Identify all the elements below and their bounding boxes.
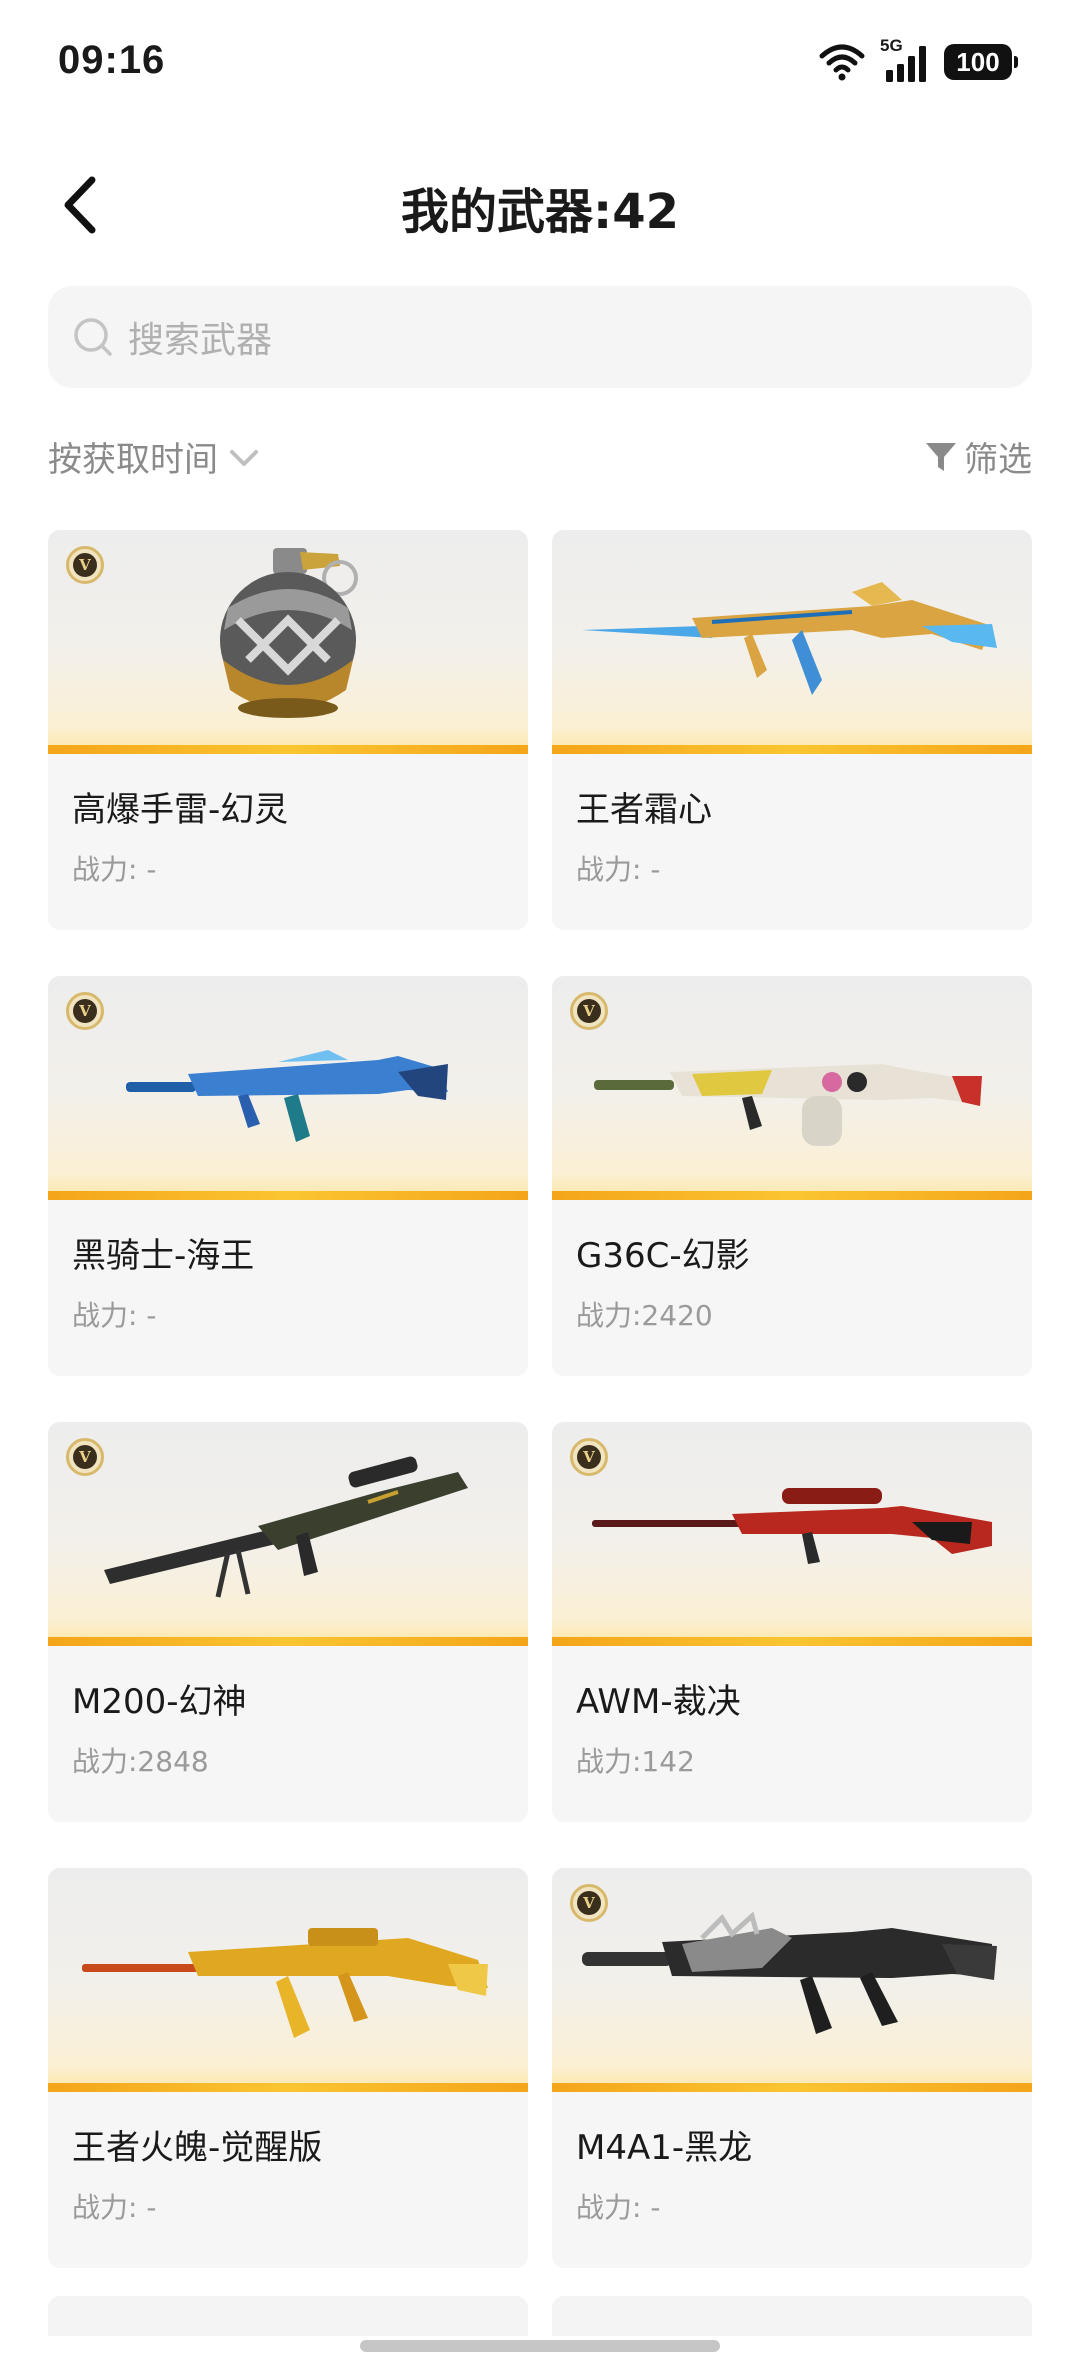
page-title: 我的武器:42 [401,184,679,240]
battery-level: 100 [956,46,1000,77]
weapon-card[interactable]: V G36C-幻影 战力:2420 [552,976,1032,1376]
search-placeholder: 搜索武器 [128,320,273,361]
filter-label: 筛选 [964,440,1032,480]
weapon-card[interactable]: V M200-幻神 战力:2848 [48,1422,528,1822]
weapon-name: M4A1-黑龙 [576,2128,753,2168]
sort-label: 按获取时间 [48,440,218,480]
wifi-icon [819,44,865,81]
weapon-power: 战力: - [72,853,157,886]
weapon-image: V [48,1422,528,1646]
home-indicator[interactable] [360,2340,720,2352]
weapon-image [48,1868,528,2092]
weapon-image [552,530,1032,754]
toolbar: 按获取时间 筛选 [48,432,1032,492]
search-icon [74,318,112,356]
weapon-power: 战力: - [72,2191,157,2224]
weapon-name: 高爆手雷-幻灵 [72,790,289,830]
weapon-name: G36C-幻影 [576,1236,750,1276]
status-bar: 09:16 5G 100 [0,0,1080,120]
weapon-power: 战力:142 [576,1745,695,1778]
weapon-image: V [48,530,528,754]
weapon-card[interactable]: V 黑骑士-海王 战力: - [48,976,528,1376]
weapon-power: 战力:2420 [576,1299,713,1332]
weapon-image: V [552,1868,1032,2092]
sort-dropdown[interactable]: 按获取时间 [48,432,264,481]
rifle-image [594,1064,982,1146]
sniper-rifle-image [104,1456,468,1598]
weapon-grid: V 高爆手雷-幻灵 战力: - 王者霜心 战力: - V 黑骑士-海王 战力: … [48,530,1032,2268]
weapon-card-partial[interactable] [48,2296,528,2336]
grenade-image [220,548,358,718]
filter-button[interactable]: 筛选 [924,432,1032,481]
weapon-image: V [552,976,1032,1200]
rifle-image [582,1911,997,2034]
rifle-image [82,1928,488,2038]
weapon-card[interactable]: 王者霜心 战力: - [552,530,1032,930]
weapon-name: AWM-裁决 [576,1682,741,1722]
chevron-down-icon [230,449,258,466]
weapon-name: M200-幻神 [72,1682,247,1722]
weapon-image: V [48,976,528,1200]
status-time: 09:16 [58,38,166,82]
weapon-name: 王者霜心 [576,790,712,830]
weapon-power: 战力: - [576,853,661,886]
cellular-signal-icon: 5G [880,36,930,84]
weapon-card[interactable]: V AWM-裁决 战力:142 [552,1422,1032,1822]
weapon-card[interactable]: V 高爆手雷-幻灵 战力: - [48,530,528,930]
weapon-name: 王者火魄-觉醒版 [72,2128,323,2168]
weapon-name: 黑骑士-海王 [72,1236,255,1276]
rifle-image [126,1050,448,1142]
search-input[interactable]: 搜索武器 [48,286,1032,388]
status-icons: 5G 100 [818,36,1018,84]
next-row-peek [48,2296,1032,2336]
weapon-power: 战力: - [576,2191,661,2224]
weapon-power: 战力: - [72,1299,157,1332]
weapon-card[interactable]: 王者火魄-觉醒版 战力: - [48,1868,528,2268]
weapon-power: 战力:2848 [72,1745,209,1778]
weapon-image: V [552,1422,1032,1646]
filter-icon [926,442,956,471]
weapon-card-partial[interactable] [552,2296,1032,2336]
rifle-image [582,582,997,695]
battery-icon: 100 [944,44,1018,80]
sniper-rifle-image [592,1488,992,1564]
weapon-card[interactable]: V M4A1-黑龙 战力: - [552,1868,1032,2268]
nav-bar: 我的武器:42 [0,150,1080,260]
